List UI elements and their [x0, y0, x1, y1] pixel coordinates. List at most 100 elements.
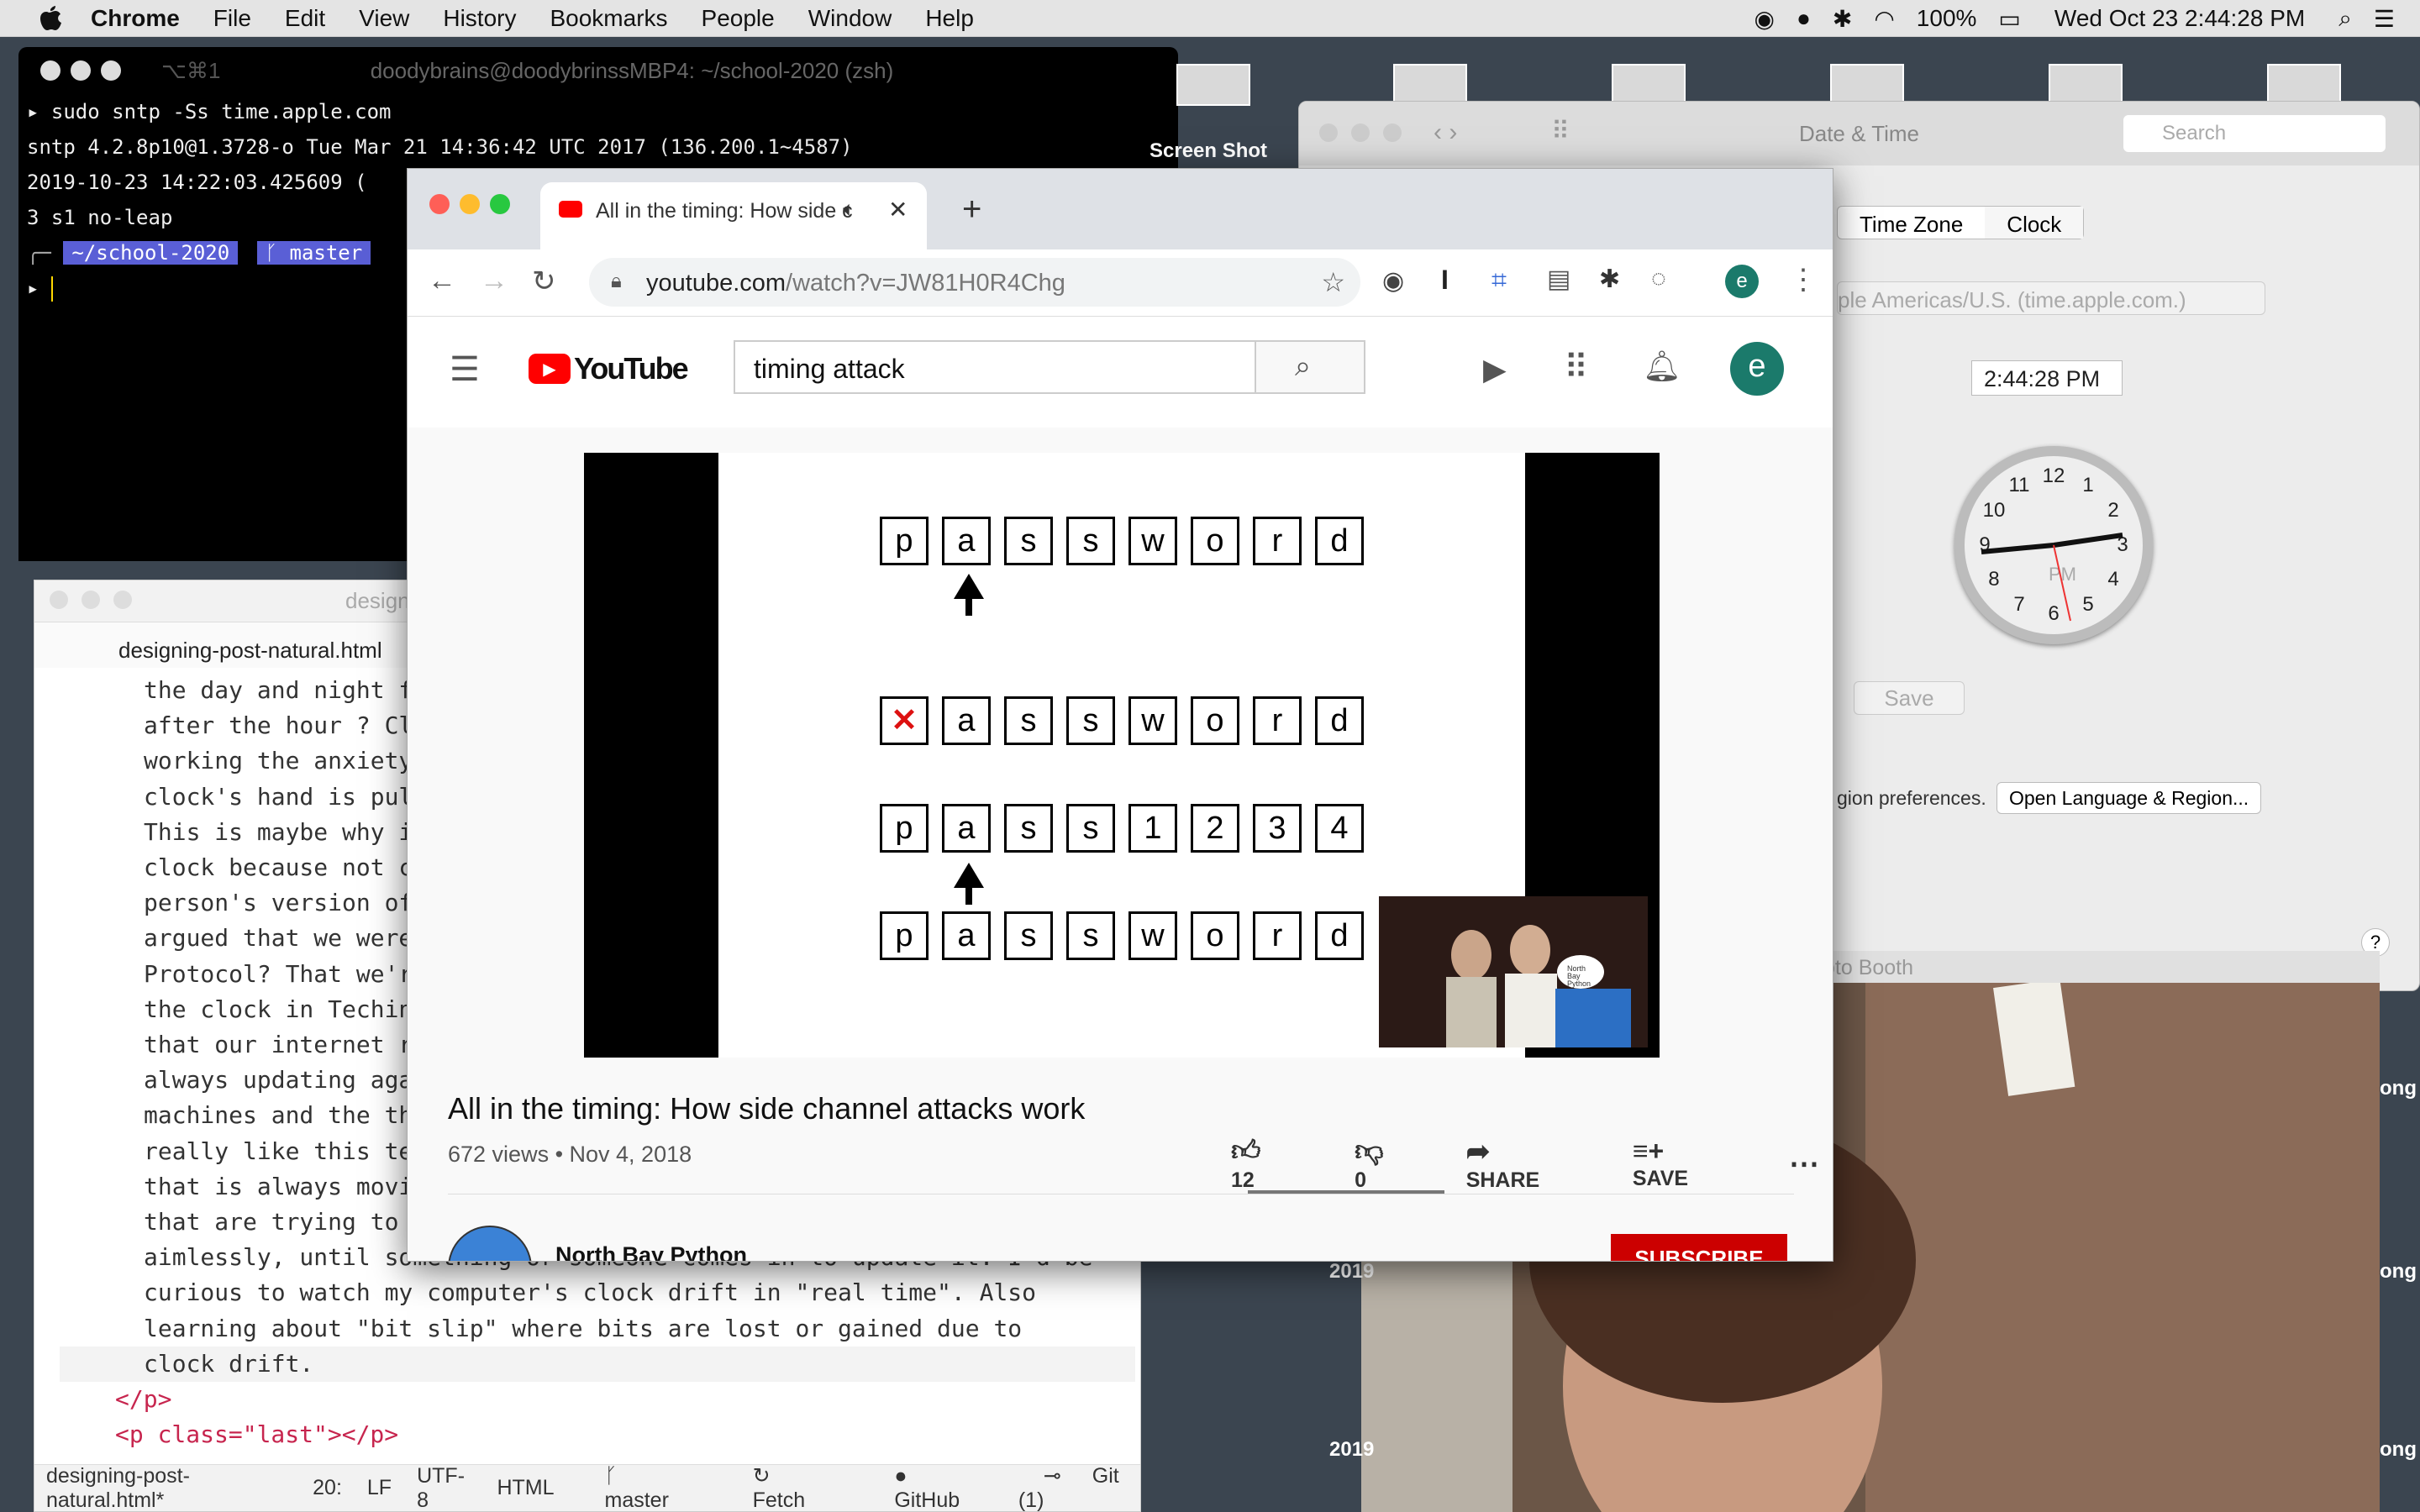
- video-player[interactable]: password ✕ a s s w o r d pass1234 password: [584, 453, 1660, 1058]
- menu-help[interactable]: Help: [925, 5, 974, 32]
- battery-icon[interactable]: ▭: [1998, 5, 2020, 33]
- notification-center-icon[interactable]: ☰: [2374, 5, 2395, 33]
- bookmark-star-icon[interactable]: ☆: [1321, 266, 1345, 298]
- status-file[interactable]: designing-post-natural.html*: [46, 1464, 287, 1512]
- kebab-menu-icon[interactable]: ⋮: [1789, 263, 1818, 297]
- open-language-region-button[interactable]: Open Language & Region...: [1996, 782, 2262, 814]
- status-encoding[interactable]: UTF-8: [417, 1464, 471, 1512]
- tab-time-zone[interactable]: Time Zone: [1838, 207, 1985, 239]
- code-line: learning about "bit slip" where bits are…: [144, 1314, 1023, 1342]
- screenshot-thumbnail[interactable]: [2049, 64, 2123, 106]
- zoom-button[interactable]: [490, 194, 510, 214]
- address-bar[interactable]: 🔒︎ youtube.com/watch?v=JW81H0R4Chg ☆: [589, 258, 1360, 307]
- slide-letter-cell: p: [880, 911, 929, 960]
- menu-people[interactable]: People: [702, 5, 775, 32]
- audio-icon[interactable]: 🔈︎: [843, 197, 855, 222]
- like-count: 12: [1231, 1168, 1255, 1192]
- minimize-button[interactable]: [1351, 123, 1370, 142]
- back-icon[interactable]: ‹ ›: [1434, 118, 1457, 147]
- slide-letter-cell: s: [1066, 517, 1115, 565]
- menu-file[interactable]: File: [213, 5, 251, 32]
- screenshot-thumbnail[interactable]: [1830, 64, 1904, 106]
- app-menu[interactable]: Chrome: [91, 5, 180, 32]
- status-branch-label: master: [604, 1488, 669, 1512]
- zoom-button[interactable]: [1383, 123, 1402, 142]
- profile-avatar[interactable]: e: [1725, 265, 1759, 298]
- terminal-shortcut: ⌥⌘1: [161, 57, 221, 83]
- minimize-button[interactable]: [460, 194, 480, 214]
- menu-window[interactable]: Window: [808, 5, 892, 32]
- create-video-icon[interactable]: ▶︎: [1483, 352, 1507, 387]
- slide-letter-cell: s: [1004, 804, 1053, 853]
- close-button[interactable]: [40, 60, 60, 81]
- time-field[interactable]: 2:44:28 PM: [1971, 360, 2123, 396]
- youtube-logo[interactable]: ▶ YouTube: [529, 351, 689, 386]
- slide-letter-cell: r: [1253, 696, 1302, 745]
- minimize-button[interactable]: [71, 60, 91, 81]
- minimize-button[interactable]: [82, 591, 100, 609]
- bluetooth-icon[interactable]: ✱: [1833, 5, 1852, 33]
- apps-grid-icon[interactable]: ⠿: [1564, 349, 1588, 387]
- dislike-button[interactable]: 👎︎ 0: [1355, 1134, 1429, 1193]
- sync-extension-icon[interactable]: ◌: [1651, 265, 1666, 293]
- new-tab-icon[interactable]: +: [962, 191, 981, 228]
- onepassword-extension-icon[interactable]: ◉: [1382, 266, 1404, 296]
- wifi-icon[interactable]: ◠: [1874, 5, 1894, 33]
- onepassword-icon[interactable]: ◉: [1754, 5, 1775, 33]
- analog-clock: 12 1 2 3 4 5 6 7 8 9 10 11 PM: [1954, 446, 2153, 644]
- save-button[interactable]: Save: [1854, 681, 1965, 715]
- screenshot-thumbnail[interactable]: [1612, 64, 1686, 106]
- prompt-branch: ᚴ master: [256, 241, 371, 265]
- menu-view[interactable]: View: [359, 5, 409, 32]
- like-button[interactable]: 👍︎ 12: [1231, 1134, 1318, 1193]
- reload-icon[interactable]: ↻: [532, 265, 556, 298]
- save-to-playlist-button[interactable]: ≡+ SAVE: [1633, 1136, 1752, 1191]
- zoom-button[interactable]: [113, 591, 132, 609]
- text-extension-icon[interactable]: I: [1441, 265, 1449, 296]
- desktop-label: ong: [2380, 1077, 2417, 1100]
- browser-tab[interactable]: All in the timing: How side c 🔈︎ ✕: [540, 182, 927, 249]
- share-button[interactable]: ➦ SHARE: [1466, 1135, 1596, 1193]
- asterisk-extension-icon[interactable]: ✱: [1599, 265, 1620, 294]
- subscribe-button[interactable]: SUBSCRIBE: [1611, 1234, 1787, 1261]
- prefs-search[interactable]: Search: [2123, 115, 2386, 152]
- channel-name[interactable]: North Bay Python: [555, 1242, 747, 1261]
- menu-history[interactable]: History: [443, 5, 516, 32]
- more-actions-icon[interactable]: ⋯: [1789, 1146, 1819, 1181]
- notifications-bell-icon[interactable]: 🔔︎: [1643, 349, 1681, 384]
- menubar-clock[interactable]: Wed Oct 23 2:44:28 PM: [2054, 5, 2305, 32]
- screenshot-thumbnail[interactable]: [1176, 64, 1250, 106]
- channel-avatar[interactable]: [448, 1226, 532, 1261]
- status-eol[interactable]: LF: [367, 1476, 392, 1500]
- evernote-icon[interactable]: ●: [1797, 5, 1811, 32]
- hamburger-menu-icon[interactable]: ☰: [450, 350, 480, 389]
- grid-icon[interactable]: ⠿: [1551, 117, 1570, 146]
- document-extension-icon[interactable]: ▤: [1547, 265, 1570, 294]
- close-button[interactable]: [50, 591, 68, 609]
- screenshot-thumbnail[interactable]: [2267, 64, 2341, 106]
- time-server-select[interactable]: ple Americas/U.S. (time.apple.com.): [1837, 281, 2265, 315]
- youtube-search-input[interactable]: timing attack: [734, 340, 1256, 394]
- menu-edit[interactable]: Edit: [285, 5, 325, 32]
- status-cursor-pos[interactable]: 20:: [313, 1476, 342, 1500]
- user-avatar[interactable]: e: [1730, 342, 1784, 396]
- status-git[interactable]: ⊸ Git (1): [1018, 1463, 1140, 1511]
- status-github[interactable]: ● GitHub: [869, 1464, 992, 1512]
- tab-close-icon[interactable]: ✕: [888, 196, 908, 223]
- close-button[interactable]: [429, 194, 450, 214]
- status-grammar[interactable]: HTML: [497, 1476, 554, 1500]
- menu-bookmarks[interactable]: Bookmarks: [550, 5, 667, 32]
- zoom-button[interactable]: [101, 60, 121, 81]
- back-icon[interactable]: ←: [428, 265, 456, 297]
- apple-menu-icon[interactable]: [32, 4, 66, 33]
- forward-icon[interactable]: →: [480, 265, 508, 297]
- share-label: SHARE: [1465, 1168, 1540, 1192]
- spotlight-icon[interactable]: ⌕: [2338, 5, 2352, 33]
- status-branch[interactable]: ᚴ master: [580, 1464, 702, 1512]
- tab-clock[interactable]: Clock: [1985, 207, 2084, 239]
- status-fetch[interactable]: ↻ Fetch: [728, 1463, 844, 1511]
- screenshot-thumbnail[interactable]: [1393, 64, 1467, 106]
- close-button[interactable]: [1319, 123, 1338, 142]
- crop-extension-icon[interactable]: ⌗: [1491, 265, 1507, 297]
- search-button[interactable]: ⌕: [1256, 340, 1365, 394]
